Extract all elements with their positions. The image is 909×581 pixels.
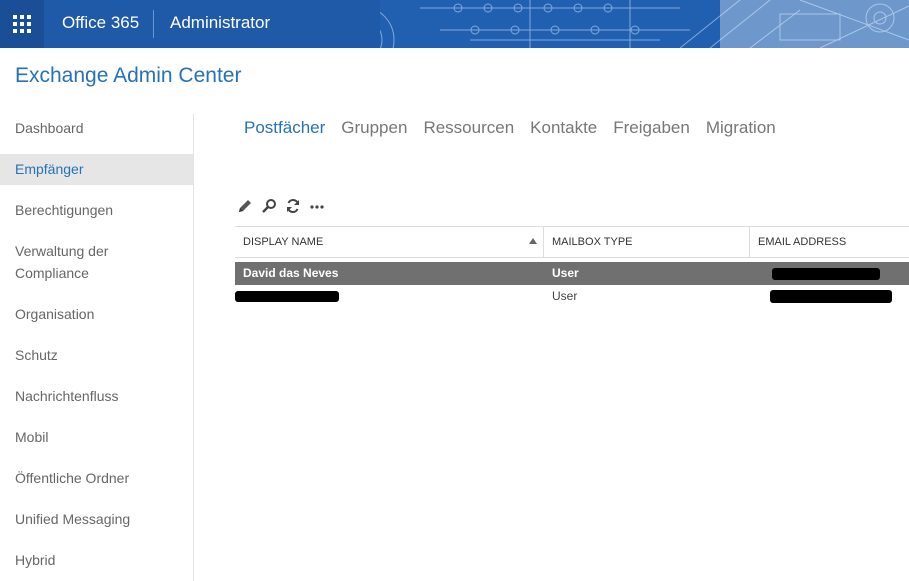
recipient-tabs: Postfächer Gruppen Ressourcen Kontakte F…	[244, 118, 792, 138]
sidebar-item-empfaenger[interactable]: Empfänger	[0, 154, 193, 185]
tab-postfaecher[interactable]: Postfächer	[244, 118, 325, 138]
sidebar-item-organisation[interactable]: Organisation	[0, 294, 193, 335]
table-row[interactable]: David das Neves User	[235, 262, 909, 285]
tab-kontakte[interactable]: Kontakte	[530, 118, 597, 138]
app-title: Administrator	[170, 13, 271, 32]
column-header-email-address[interactable]: EMAIL ADDRESS	[750, 227, 909, 257]
cell-display-name: David das Neves	[243, 266, 339, 280]
sidebar-item-hybrid[interactable]: Hybrid	[0, 540, 193, 581]
sidebar-item-nachrichtenfluss[interactable]: Nachrichtenfluss	[0, 376, 193, 417]
page-title: Exchange Admin Center	[15, 64, 242, 87]
cell-email-address	[750, 285, 909, 308]
column-header-label: DISPLAY NAME	[243, 236, 324, 248]
topbar-divider	[153, 10, 154, 38]
redacted-email	[772, 268, 880, 280]
redacted-email	[770, 290, 892, 303]
sidebar-item-dashboard[interactable]: Dashboard	[0, 108, 193, 149]
tab-gruppen[interactable]: Gruppen	[341, 118, 407, 138]
sort-ascending-icon	[529, 238, 537, 244]
more-ellipsis-icon[interactable]	[308, 197, 326, 215]
brand-label[interactable]: Office 365	[62, 13, 139, 33]
sidebar-divider	[193, 114, 194, 581]
cell-mailbox-type: User	[552, 289, 578, 303]
cell-display-name	[235, 285, 544, 308]
column-header-label: MAILBOX TYPE	[552, 236, 633, 248]
cell-mailbox-type: User	[552, 266, 579, 280]
sidebar-item-unified-messaging[interactable]: Unified Messaging	[0, 499, 193, 540]
search-icon[interactable]	[260, 197, 278, 215]
sidebar-item-oeffentliche-ordner[interactable]: Öffentliche Ordner	[0, 458, 193, 499]
refresh-icon[interactable]	[284, 197, 302, 215]
tab-ressourcen[interactable]: Ressourcen	[423, 118, 514, 138]
mailbox-table: DISPLAY NAME MAILBOX TYPE EMAIL ADDRESS …	[235, 226, 909, 308]
redacted-display-name	[235, 291, 339, 302]
tab-migration[interactable]: Migration	[706, 118, 776, 138]
column-header-mailbox-type[interactable]: MAILBOX TYPE	[544, 227, 750, 257]
top-navigation-bar: Office 365 Administrator	[0, 0, 909, 48]
sidebar-item-mobil[interactable]: Mobil	[0, 417, 193, 458]
column-header-display-name[interactable]: DISPLAY NAME	[235, 227, 544, 257]
sidebar-item-compliance[interactable]: Verwaltung der Compliance	[0, 231, 140, 294]
sidebar-item-berechtigungen[interactable]: Berechtigungen	[0, 190, 193, 231]
app-launcher-icon[interactable]	[0, 0, 44, 48]
table-header: DISPLAY NAME MAILBOX TYPE EMAIL ADDRESS	[235, 226, 909, 258]
edit-pencil-icon[interactable]	[236, 197, 254, 215]
cell-email-address	[750, 262, 909, 285]
tab-freigaben[interactable]: Freigaben	[613, 118, 690, 138]
column-header-label: EMAIL ADDRESS	[758, 236, 847, 248]
blueprint-banner-graphic	[380, 0, 909, 48]
mailbox-toolbar	[236, 197, 332, 215]
sidebar-item-schutz[interactable]: Schutz	[0, 335, 193, 376]
table-row[interactable]: User	[235, 285, 909, 308]
sidebar-navigation: Dashboard Empfänger Berechtigungen Verwa…	[0, 108, 193, 581]
